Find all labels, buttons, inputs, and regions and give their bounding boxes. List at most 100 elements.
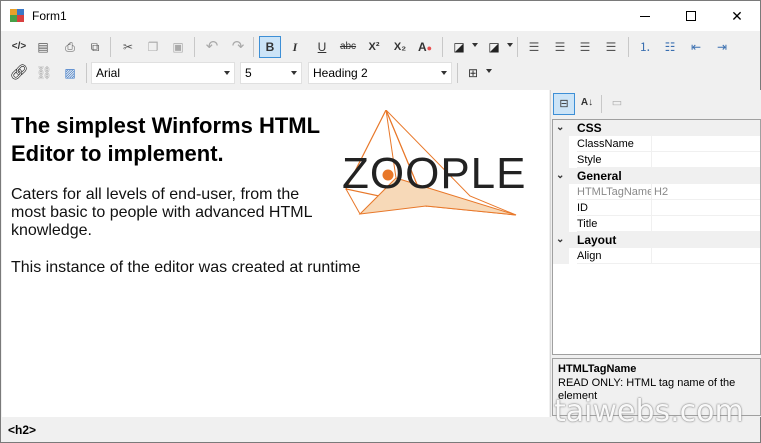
property-value[interactable] bbox=[651, 136, 760, 152]
new-document-icon[interactable]: ▤ bbox=[32, 36, 54, 58]
toolbar-separator bbox=[442, 37, 443, 57]
insert-link-icon[interactable]: 🔗︎ bbox=[8, 62, 30, 84]
cut-icon[interactable]: ✂ bbox=[117, 36, 139, 58]
print-icon[interactable]: ⎙ bbox=[59, 36, 81, 58]
italic-button[interactable]: I bbox=[284, 36, 306, 58]
watermark: taiwebs.com bbox=[554, 394, 744, 429]
toolbar-separator bbox=[517, 37, 518, 57]
insert-image-icon[interactable]: ▨ bbox=[59, 62, 81, 84]
forecolor-icon[interactable]: ◪ bbox=[448, 36, 470, 58]
view-source-icon[interactable]: </> bbox=[8, 36, 30, 58]
categorized-icon[interactable]: ⊟ bbox=[553, 93, 575, 115]
font-family-value: Arial bbox=[96, 66, 121, 80]
property-pages-icon[interactable]: ▭ bbox=[606, 93, 628, 115]
clear-format-icon[interactable]: A● bbox=[414, 36, 436, 58]
toolbar-separator bbox=[628, 37, 629, 57]
ordered-list-icon[interactable]: ⒈ bbox=[634, 36, 656, 58]
chevron-down-icon[interactable]: ⌄ bbox=[556, 168, 564, 184]
editor-paragraph[interactable]: Caters for all levels of end-user, from … bbox=[11, 186, 331, 240]
minimize-button[interactable] bbox=[622, 1, 668, 31]
paste-icon[interactable]: ▣ bbox=[167, 36, 189, 58]
insert-toolbar: 🔗︎ ⛓ ▨ Arial 5 Heading 2 ⊞ bbox=[2, 60, 760, 87]
main-window: Form1 ✕ </> ▤ ⎙ ⧉ ✂ ❐ ▣ ↶ ↷ B I U abc X²… bbox=[0, 0, 761, 443]
close-icon: ✕ bbox=[731, 8, 743, 24]
zoople-logo: ZOOPLE bbox=[342, 110, 527, 216]
property-value[interactable] bbox=[651, 216, 760, 232]
toolbar-separator bbox=[86, 63, 87, 83]
title-bar: Form1 ✕ bbox=[1, 1, 760, 31]
alphabetical-icon[interactable]: A↓ bbox=[576, 93, 598, 115]
property-name: ClassName bbox=[577, 136, 651, 152]
category-layout[interactable]: ⌄ Layout bbox=[553, 232, 760, 248]
property-name: Align bbox=[577, 248, 651, 264]
backcolor-icon[interactable]: ◪ bbox=[483, 36, 505, 58]
category-label: General bbox=[577, 169, 622, 183]
property-row-htmltagname[interactable]: HTMLTagName H2 bbox=[553, 184, 760, 200]
editor-paragraph-runtime[interactable]: This instance of the editor was created … bbox=[11, 259, 411, 277]
forecolor-dropdown-icon[interactable] bbox=[472, 43, 478, 47]
property-value[interactable] bbox=[651, 248, 760, 264]
property-name: ID bbox=[577, 200, 651, 216]
subscript-button[interactable]: X₂ bbox=[389, 36, 411, 58]
minimize-icon bbox=[640, 16, 650, 17]
property-grid: ⊟ A↓ ▭ ⌄ CSS ClassName Style ⌄ General H… bbox=[550, 90, 761, 417]
outdent-icon[interactable]: ⇤ bbox=[685, 36, 707, 58]
unordered-list-icon[interactable]: ☷ bbox=[659, 36, 681, 58]
font-size-value: 5 bbox=[245, 66, 252, 80]
indent-icon[interactable]: ⇥ bbox=[711, 36, 733, 58]
copy-icon[interactable]: ❐ bbox=[142, 36, 164, 58]
font-size-select[interactable]: 5 bbox=[240, 62, 302, 84]
editor-heading[interactable]: The simplest Winforms HTML Editor to imp… bbox=[11, 112, 331, 168]
backcolor-dropdown-icon[interactable] bbox=[507, 43, 513, 47]
toolbar-separator bbox=[194, 37, 195, 57]
category-css[interactable]: ⌄ CSS bbox=[553, 120, 760, 136]
chevron-down-icon bbox=[291, 71, 297, 75]
justify-icon[interactable]: ☰ bbox=[600, 36, 622, 58]
underline-button[interactable]: U bbox=[311, 36, 333, 58]
strikethrough-button[interactable]: abc bbox=[337, 36, 359, 58]
toolbar-separator bbox=[601, 95, 602, 113]
table-dropdown-icon[interactable] bbox=[486, 69, 492, 73]
toolbar-separator bbox=[110, 37, 111, 57]
insert-table-icon[interactable]: ⊞ bbox=[462, 62, 484, 84]
current-tag-label[interactable]: <h2> bbox=[8, 423, 36, 437]
remove-link-icon[interactable]: ⛓ bbox=[33, 62, 55, 84]
property-name: Title bbox=[577, 216, 651, 232]
logo-text: ZOOPLE bbox=[342, 149, 527, 198]
maximize-icon bbox=[686, 11, 696, 21]
property-name: HTMLTagName bbox=[577, 186, 651, 200]
property-grid-toolbar: ⊟ A↓ ▭ bbox=[551, 90, 761, 118]
chevron-down-icon[interactable]: ⌄ bbox=[556, 120, 564, 136]
maximize-button[interactable] bbox=[668, 1, 714, 31]
property-row-id[interactable]: ID bbox=[553, 200, 760, 216]
align-center-icon[interactable]: ☰ bbox=[549, 36, 571, 58]
redo-icon[interactable]: ↷ bbox=[227, 36, 249, 58]
property-value: H2 bbox=[651, 184, 760, 200]
property-value[interactable] bbox=[651, 200, 760, 216]
chevron-down-icon[interactable]: ⌄ bbox=[556, 232, 564, 248]
align-right-icon[interactable]: ☰ bbox=[574, 36, 596, 58]
property-row-style[interactable]: Style bbox=[553, 152, 760, 168]
property-row-title[interactable]: Title bbox=[553, 216, 760, 232]
category-label: CSS bbox=[577, 121, 602, 135]
block-style-select[interactable]: Heading 2 bbox=[308, 62, 452, 84]
bold-button[interactable]: B bbox=[259, 36, 281, 58]
print-preview-icon[interactable]: ⧉ bbox=[84, 36, 106, 58]
app-icon bbox=[10, 9, 24, 22]
superscript-button[interactable]: X² bbox=[363, 36, 385, 58]
property-list[interactable]: ⌄ CSS ClassName Style ⌄ General HTMLTagN… bbox=[552, 119, 761, 355]
block-style-value: Heading 2 bbox=[313, 66, 368, 80]
category-general[interactable]: ⌄ General bbox=[553, 168, 760, 184]
property-row-classname[interactable]: ClassName bbox=[553, 136, 760, 152]
property-row-align[interactable]: Align bbox=[553, 248, 760, 264]
category-label: Layout bbox=[577, 233, 617, 247]
html-editor-canvas[interactable]: The simplest Winforms HTML Editor to imp… bbox=[2, 90, 549, 417]
help-title: HTMLTagName bbox=[558, 363, 637, 375]
toolbar-separator bbox=[457, 63, 458, 83]
property-value[interactable] bbox=[651, 152, 760, 168]
close-button[interactable]: ✕ bbox=[714, 1, 760, 31]
font-family-select[interactable]: Arial bbox=[91, 62, 235, 84]
format-toolbar: </> ▤ ⎙ ⧉ ✂ ❐ ▣ ↶ ↷ B I U abc X² X₂ A● ◪… bbox=[2, 34, 760, 61]
undo-icon[interactable]: ↶ bbox=[201, 36, 223, 58]
align-left-icon[interactable]: ☰ bbox=[523, 36, 545, 58]
